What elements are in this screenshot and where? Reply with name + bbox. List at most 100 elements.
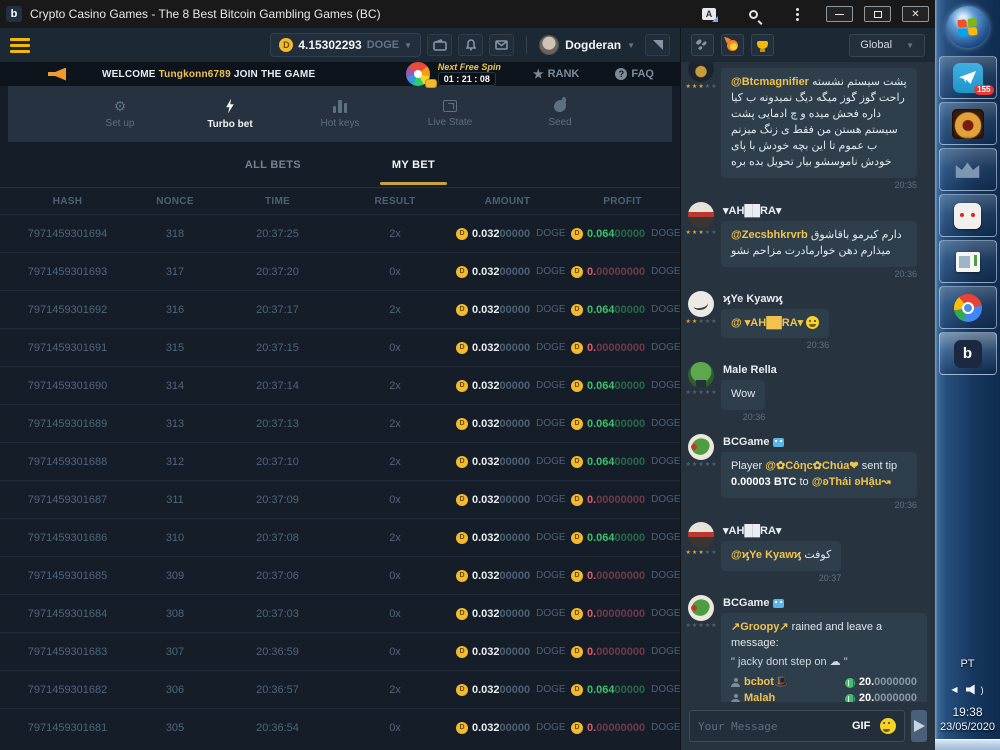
avatar[interactable]	[688, 522, 714, 548]
free-spin-block[interactable]: Next Free Spin 01 : 21 : 08	[438, 62, 501, 86]
search-icon[interactable]	[743, 5, 763, 23]
rain-quote: " jacky dont step on ☁ "	[731, 655, 917, 671]
chat-username[interactable]: BCGame	[723, 436, 927, 448]
restore-button[interactable]	[864, 6, 891, 22]
bet-profit: D 0.06400000 DOGE	[565, 456, 680, 468]
chat-toggle-button[interactable]	[645, 34, 670, 56]
minimize-button[interactable]	[826, 6, 853, 22]
contest-button[interactable]	[751, 34, 774, 56]
table-row[interactable]: 7971459301689 313 20:37:13 2x D 0.032000…	[0, 404, 680, 442]
avatar[interactable]	[688, 62, 714, 82]
bet-amount: D 0.03200000 DOGE	[450, 494, 565, 506]
gif-button[interactable]: GIF	[852, 720, 870, 732]
table-row[interactable]: 7971459301681 305 20:36:54 0x D 0.032000…	[0, 708, 680, 746]
balance-dropdown[interactable]: D 4.15302293 DOGE ▼	[270, 33, 421, 57]
table-row[interactable]: 7971459301686 310 20:37:08 2x D 0.032000…	[0, 518, 680, 556]
rain-recipient-row: bcbot🎩 20.0000000	[731, 675, 917, 690]
start-button[interactable]	[947, 6, 989, 48]
table-row[interactable]: 7971459301687 311 20:37:09 0x D 0.032000…	[0, 480, 680, 518]
taskbar-telegram[interactable]: 155	[939, 56, 997, 99]
message-text: Player	[731, 460, 762, 472]
rank-link[interactable]: ★RANK	[533, 67, 580, 81]
table-row[interactable]: 7971459301690 314 20:37:14 2x D 0.032000…	[0, 366, 680, 404]
avatar[interactable]	[688, 202, 714, 228]
turbo-bet-button[interactable]: Turbo bet	[202, 99, 258, 130]
table-row[interactable]: 7971459301685 309 20:37:06 0x D 0.032000…	[0, 556, 680, 594]
taskbar-bcgame[interactable]: b	[939, 332, 997, 375]
wallet-button[interactable]	[427, 34, 452, 56]
mention[interactable]: @ϗYe Kyawϗ	[731, 549, 801, 561]
free-spin-wheel-icon[interactable]	[406, 62, 430, 86]
mention[interactable]: @Zecsbhkrvrb	[731, 229, 808, 241]
table-row[interactable]: 7971459301683 307 20:36:59 0x D 0.032000…	[0, 632, 680, 670]
avatar[interactable]	[688, 291, 714, 317]
recipient-name[interactable]: bcbot🎩	[744, 675, 841, 691]
seed-button[interactable]: Seed	[532, 100, 588, 128]
taskbar-gold-game[interactable]	[939, 102, 997, 145]
doge-coin-icon: D	[571, 380, 583, 392]
chat-username[interactable]: BCGame	[723, 597, 927, 609]
faq-link[interactable]: ?FAQ	[615, 68, 654, 80]
seed-icon	[554, 100, 566, 112]
mention[interactable]: @ʚThái ʚHậu↝	[812, 476, 891, 488]
setup-button[interactable]: ⚙Set up	[92, 99, 148, 129]
bet-time: 20:37:17	[215, 304, 340, 316]
channel-select[interactable]: Global ▼	[849, 34, 925, 57]
user-stars: ★★★★★	[686, 319, 717, 325]
mention[interactable]: @✿Côηc✿Chúa❤	[765, 460, 858, 472]
taskbar-clock[interactable]: 19:38	[952, 705, 982, 719]
taskbar-chrome[interactable]	[939, 286, 997, 329]
header-username[interactable]: Dogderan	[565, 38, 621, 52]
language-indicator[interactable]: PT	[960, 658, 974, 670]
avatar[interactable]	[688, 595, 714, 621]
doge-coin-icon: D	[456, 684, 468, 696]
bet-hash: 7971459301689	[0, 418, 135, 430]
message-input[interactable]	[698, 720, 845, 733]
doge-coin-icon: D	[571, 418, 583, 430]
volume-icon[interactable]	[966, 684, 979, 695]
message-text: to	[800, 476, 809, 488]
fireball-button[interactable]	[721, 34, 744, 56]
table-row[interactable]: 7971459301688 312 20:37:10 2x D 0.032000…	[0, 442, 680, 480]
table-row[interactable]: 7971459301684 308 20:37:03 0x D 0.032000…	[0, 594, 680, 632]
hamburger-menu-icon[interactable]	[10, 38, 30, 53]
table-row[interactable]: 7971459301682 306 20:36:57 2x D 0.032000…	[0, 670, 680, 708]
rain-button[interactable]	[691, 34, 714, 56]
recipient-name[interactable]: Malah	[744, 691, 841, 702]
send-button[interactable]	[911, 710, 927, 742]
hot-keys-button[interactable]: Hot keys	[312, 100, 368, 129]
avatar[interactable]	[688, 434, 714, 460]
live-state-button[interactable]: Live State	[422, 100, 478, 128]
user-avatar[interactable]	[539, 35, 559, 55]
avatar[interactable]	[688, 362, 714, 388]
rainer-name[interactable]: ↗Groopy↗	[731, 621, 789, 633]
table-row[interactable]: 7971459301694 318 20:37:25 2x D 0.032000…	[0, 214, 680, 252]
mention[interactable]: @ ▾AH██RA▾	[731, 317, 803, 329]
doge-coin-icon: D	[279, 38, 293, 52]
notifications-button[interactable]	[458, 34, 483, 56]
chat-username[interactable]: ϗYe Kyawϗ	[723, 293, 927, 305]
chevron-down-icon: ▼	[404, 41, 412, 50]
close-button[interactable]: ✕	[902, 6, 929, 22]
chat-username[interactable]: ▾AH██RA▾	[723, 204, 927, 217]
mention[interactable]: @Btcmagnifier	[731, 76, 809, 88]
chat-username[interactable]: ▾AH██RA▾	[723, 524, 927, 537]
mail-button[interactable]	[489, 34, 514, 56]
tab-my-bet[interactable]: MY BET	[384, 145, 443, 185]
table-row[interactable]: 7971459301692 316 20:37:17 2x D 0.032000…	[0, 290, 680, 328]
translate-icon[interactable]: A	[699, 5, 719, 23]
table-row[interactable]: 7971459301693 317 20:37:20 0x D 0.032000…	[0, 252, 680, 290]
show-desktop-button[interactable]	[935, 739, 1000, 750]
chat-username[interactable]: Male Rella	[723, 364, 927, 376]
emoji-picker-button[interactable]	[880, 718, 896, 734]
table-row[interactable]: 7971459301691 315 20:37:15 0x D 0.032000…	[0, 328, 680, 366]
taskbar-dice-app[interactable]	[939, 194, 997, 237]
taskbar-document-app[interactable]	[939, 240, 997, 283]
hidden-icons-arrow[interactable]: ◀	[951, 685, 957, 694]
taskbar-date[interactable]: 23/05/2020	[940, 721, 995, 733]
kebab-menu-icon[interactable]	[787, 5, 807, 23]
taskbar-crown-app[interactable]	[939, 148, 997, 191]
message-inputbox[interactable]: GIF	[689, 710, 905, 742]
chat-messages[interactable]: ★★★★★ @Btcmagnifier پشت سیستم نشسته راحت…	[681, 62, 935, 702]
tab-all-bets[interactable]: ALL BETS	[237, 145, 309, 185]
